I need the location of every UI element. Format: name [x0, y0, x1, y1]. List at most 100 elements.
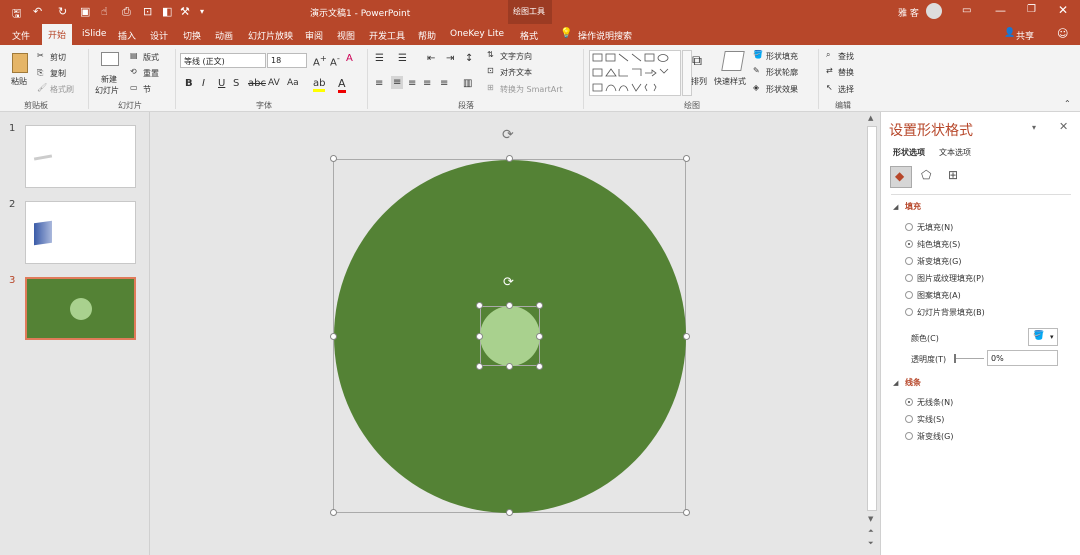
align-left-icon[interactable]: ≡ — [375, 78, 383, 89]
font-name-select[interactable]: 等线 (正文) — [180, 53, 266, 68]
replace-button[interactable]: 替换 — [838, 67, 854, 78]
resize-handle[interactable] — [536, 333, 543, 340]
scroll-down-icon[interactable]: ▼ — [868, 515, 873, 523]
effects-icon[interactable]: ⬠ — [921, 168, 931, 182]
cut-button[interactable]: 剪切 — [50, 52, 66, 63]
smartart-icon[interactable]: ⊞ — [487, 83, 494, 92]
new-slide-button[interactable]: 新建 — [101, 74, 117, 85]
slide-thumbnail-2[interactable] — [25, 201, 136, 264]
save-icon[interactable]: 🖫 — [12, 5, 21, 24]
paste-button[interactable]: 粘贴 — [11, 76, 27, 87]
underline-icon[interactable]: U — [218, 78, 225, 89]
undo-icon[interactable]: ↶ — [33, 5, 42, 18]
resize-handle[interactable] — [536, 302, 543, 309]
shadow-icon[interactable]: S — [233, 78, 239, 89]
strikethrough-icon[interactable]: abc — [248, 78, 266, 89]
tell-me-search[interactable]: 操作说明搜索 — [578, 29, 632, 42]
restore-icon[interactable]: ❐ — [1027, 4, 1036, 15]
format-painter-button[interactable]: 格式刷 — [50, 84, 74, 95]
shape-outline-button[interactable]: 形状轮廓 — [766, 67, 798, 78]
customize-qat-icon[interactable]: ▾ — [200, 7, 204, 16]
bold-icon[interactable]: B — [185, 78, 193, 89]
gradient-line-label[interactable]: 渐变线(G) — [917, 431, 953, 442]
text-direction-button[interactable]: 文字方向 — [500, 51, 532, 62]
reset-icon[interactable]: ⟲ — [130, 67, 137, 76]
resize-handle[interactable] — [536, 363, 543, 370]
new-slide-icon[interactable] — [101, 52, 119, 66]
fill-section-header[interactable]: 填充 — [905, 201, 921, 212]
resize-handle[interactable] — [683, 509, 690, 516]
resize-handle[interactable] — [476, 363, 483, 370]
increase-indent-icon[interactable]: ⇥ — [446, 53, 454, 64]
resize-handle[interactable] — [683, 155, 690, 162]
radio-no-line[interactable] — [905, 398, 913, 406]
pane-close-icon[interactable]: ✕ — [1059, 120, 1068, 133]
quick-styles-icon[interactable] — [721, 51, 745, 71]
radio-gradient-line[interactable] — [905, 432, 913, 440]
touch-mode-icon[interactable]: ☝ — [101, 5, 108, 18]
paste-icon[interactable] — [12, 53, 28, 73]
present-icon[interactable]: ▣ — [80, 5, 90, 18]
arrange-icon[interactable]: ⧉ — [692, 53, 702, 69]
tab-slideshow[interactable]: 幻灯片放映 — [248, 29, 293, 42]
radio-solid-line[interactable] — [905, 415, 913, 423]
resize-handle[interactable] — [330, 509, 337, 516]
radio-pattern-fill[interactable] — [905, 291, 913, 299]
slide-thumbnail-1[interactable] — [25, 125, 136, 188]
new-slide-label2[interactable]: 幻灯片 — [95, 85, 119, 96]
tools-icon[interactable]: ⚒ — [180, 5, 190, 18]
radio-background-fill[interactable] — [905, 308, 913, 316]
share-icon[interactable]: 👤 — [1004, 28, 1015, 38]
fill-line-tab[interactable]: ◆ — [890, 166, 912, 188]
grow-font-icon[interactable]: A+ — [313, 53, 327, 68]
change-case-icon[interactable]: Aa — [287, 78, 299, 88]
tab-format[interactable]: 格式 — [520, 29, 538, 42]
clear-format-icon[interactable]: A — [346, 53, 353, 64]
tab-insert[interactable]: 插入 — [118, 29, 136, 42]
resize-handle[interactable] — [506, 155, 513, 162]
tab-onekey[interactable]: OneKey Lite — [450, 29, 504, 39]
section-icon[interactable]: ▭ — [130, 83, 138, 92]
avatar[interactable] — [926, 3, 942, 19]
align-right-icon[interactable]: ≡ — [408, 78, 416, 89]
resize-handle[interactable] — [506, 509, 513, 516]
slide-canvas[interactable]: ⟳ ⟳ — [151, 112, 864, 555]
decrease-indent-icon[interactable]: ⇤ — [427, 53, 435, 64]
align-text-icon[interactable]: ⊡ — [487, 66, 494, 75]
justify-icon[interactable]: ≡ — [423, 78, 431, 89]
solid-fill-label[interactable]: 纯色填充(S) — [917, 239, 960, 250]
find-button[interactable]: 查找 — [838, 51, 854, 62]
share-button[interactable]: 共享 — [1016, 29, 1034, 42]
no-line-label[interactable]: 无线条(N) — [917, 397, 953, 408]
shape-effects-button[interactable]: 形状效果 — [766, 84, 798, 95]
gradient-fill-label[interactable]: 渐变填充(G) — [917, 256, 961, 267]
scrollbar-thumb[interactable] — [867, 126, 877, 511]
layout-icon[interactable]: ▤ — [130, 51, 138, 60]
close-icon[interactable]: ✕ — [1058, 3, 1068, 17]
tab-animations[interactable]: 动画 — [215, 29, 233, 42]
shrink-font-icon[interactable]: A- — [330, 53, 340, 68]
select-button[interactable]: 选择 — [838, 84, 854, 95]
solid-line-label[interactable]: 实线(S) — [917, 414, 944, 425]
minimize-icon[interactable]: — — [995, 4, 1006, 17]
reset-button[interactable]: 重置 — [143, 68, 159, 79]
resize-handle[interactable] — [476, 333, 483, 340]
highlight-icon[interactable]: ab — [313, 78, 326, 92]
screenshot-icon[interactable]: ⊡ — [143, 5, 152, 18]
ribbon-display-icon[interactable]: ▭ — [962, 5, 971, 16]
line-spacing-icon[interactable]: ↕ — [465, 53, 473, 64]
slide-thumbnail-3[interactable] — [25, 277, 136, 340]
collapse-ribbon-icon[interactable]: ⌃ — [1064, 99, 1071, 108]
replace-icon[interactable]: ⇄ — [826, 66, 833, 75]
resize-handle[interactable] — [506, 302, 513, 309]
tab-transitions[interactable]: 切换 — [183, 29, 201, 42]
line-section-toggle-icon[interactable]: ◢ — [893, 379, 898, 387]
shape-fill-icon[interactable]: 🪣 — [753, 50, 763, 59]
align-center-icon[interactable]: ≡ — [391, 76, 404, 89]
rotate-handle-icon[interactable]: ⟳ — [502, 127, 514, 143]
shape-fill-button[interactable]: 形状填充 — [766, 51, 798, 62]
resize-handle[interactable] — [330, 333, 337, 340]
pane-options-icon[interactable]: ▾ — [1032, 123, 1036, 132]
resize-handle[interactable] — [683, 333, 690, 340]
transparency-slider-thumb[interactable] — [954, 354, 956, 363]
